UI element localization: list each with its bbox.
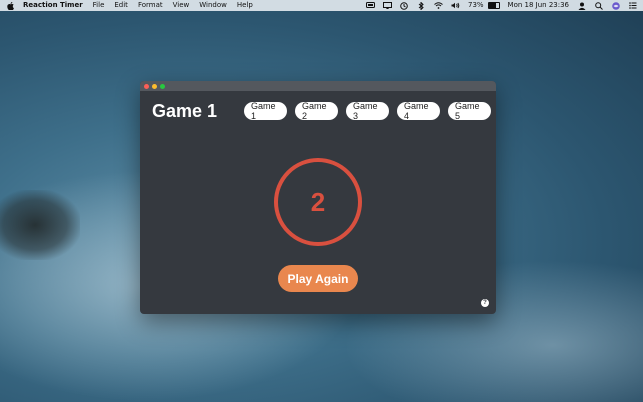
tab-game-4[interactable]: Game 4	[397, 101, 440, 121]
menu-app-name[interactable]: Reaction Timer	[23, 0, 83, 11]
reaction-timer-window: Game 1 Game 1 Game 2 Game 3 Game 4 Game …	[140, 81, 496, 314]
menu-format[interactable]: Format	[138, 0, 163, 11]
tab-game-5[interactable]: Game 5	[448, 101, 491, 121]
close-button[interactable]	[144, 83, 149, 89]
menu-edit[interactable]: Edit	[114, 0, 128, 11]
status-area: 73% Mon 18 Jun 23:36	[358, 0, 637, 11]
menu-bar: Reaction Timer File Edit Format View Win…	[0, 0, 643, 11]
help-icon[interactable]: ?	[481, 299, 489, 307]
tab-game-1[interactable]: Game 1	[244, 101, 287, 121]
zoom-button[interactable]	[160, 83, 165, 89]
wifi-icon[interactable]	[434, 2, 443, 10]
countdown-circle[interactable]: 2	[274, 158, 362, 246]
game-title: Game 1	[152, 101, 218, 121]
battery-icon[interactable]	[487, 2, 500, 9]
siri-icon[interactable]	[611, 1, 620, 10]
menu-help[interactable]: Help	[237, 0, 253, 11]
battery-percent: 73%	[467, 1, 484, 9]
notification-center-icon[interactable]	[628, 2, 637, 10]
play-again-button[interactable]: Play Again	[278, 265, 358, 292]
bluetooth-icon[interactable]	[417, 1, 426, 10]
apple-icon[interactable]	[6, 1, 14, 10]
airplay-display-icon[interactable]	[365, 2, 375, 10]
time-machine-icon[interactable]	[400, 1, 409, 10]
minimize-button[interactable]	[152, 83, 157, 89]
volume-icon[interactable]	[451, 2, 460, 10]
menu-file[interactable]: File	[93, 0, 105, 11]
menu-window[interactable]: Window	[199, 0, 227, 11]
tab-game-2[interactable]: Game 2	[295, 101, 338, 121]
countdown-value: 2	[310, 186, 326, 217]
screen-mirror-icon[interactable]	[382, 2, 392, 10]
wallpaper-rock	[0, 190, 80, 260]
user-icon[interactable]	[577, 2, 586, 10]
clock[interactable]: Mon 18 Jun 23:36	[508, 0, 569, 11]
title-bar[interactable]	[140, 81, 496, 91]
battery-level	[488, 3, 496, 8]
spotlight-search-icon[interactable]	[594, 1, 603, 10]
menu-view[interactable]: View	[173, 0, 190, 11]
game-tabs: Game 1 Game 2 Game 3 Game 4 Game 5	[244, 101, 496, 121]
tab-game-3[interactable]: Game 3	[346, 101, 389, 121]
